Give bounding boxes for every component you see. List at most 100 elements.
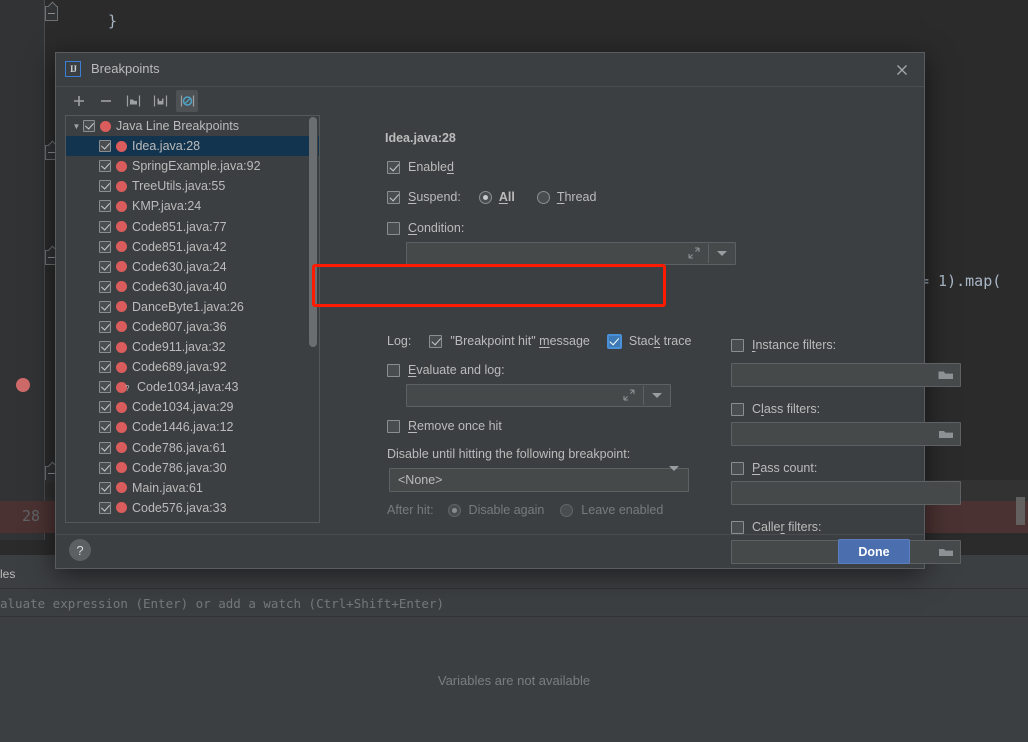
breakpoint-enabled-checkbox[interactable]: [99, 521, 111, 522]
folder-icon[interactable]: [938, 368, 954, 382]
code-closing-brace: }: [108, 12, 118, 30]
chevron-down-icon[interactable]: ▼: [70, 122, 83, 131]
breakpoint-list-item[interactable]: Code1137.java:84: [66, 518, 319, 522]
breakpoint-enabled-checkbox[interactable]: [99, 180, 111, 193]
gutter-breakpoint-icon[interactable]: [16, 378, 30, 392]
breakpoint-list-item[interactable]: Code851.java:77: [66, 216, 319, 236]
breakpoint-list-item[interactable]: Code851.java:42: [66, 237, 319, 257]
breakpoint-enabled-checkbox[interactable]: [99, 200, 111, 213]
breakpoints-group-row[interactable]: ▼ Java Line Breakpoints: [66, 116, 319, 136]
breakpoint-list-item[interactable]: DanceByte1.java:26: [66, 297, 319, 317]
dialog-titlebar: IJ Breakpoints: [56, 53, 924, 87]
group-breakpoints-button[interactable]: [122, 90, 144, 112]
breakpoint-list-item[interactable]: Idea.java:28: [66, 136, 319, 157]
pass-count-row[interactable]: Pass count:: [731, 461, 817, 475]
evaluate-and-log-row[interactable]: Evaluate and log:: [387, 363, 505, 377]
editor-gutter[interactable]: [0, 0, 45, 540]
breakpoint-list-item[interactable]: Code689.java:92: [66, 357, 319, 377]
breakpoint-enabled-checkbox[interactable]: [99, 501, 111, 514]
breakpoint-enabled-checkbox[interactable]: [99, 421, 111, 434]
save-to-group-button[interactable]: [149, 90, 171, 112]
evaluate-and-log-checkbox[interactable]: [387, 363, 400, 377]
breakpoint-enabled-checkbox[interactable]: [99, 341, 111, 354]
instance-filters-checkbox[interactable]: [731, 338, 744, 352]
breakpoint-list-item[interactable]: Code1446.java:12: [66, 417, 319, 437]
breakpoints-list-scrollbar[interactable]: [309, 117, 318, 522]
evaluate-and-log-input[interactable]: [406, 384, 671, 407]
group-checkbox[interactable]: [83, 120, 95, 133]
log-stack-trace-checkbox[interactable]: [607, 334, 621, 348]
evaluate-and-log-history-dropdown[interactable]: [644, 385, 670, 406]
breakpoint-enabled-checkbox[interactable]: [99, 160, 111, 173]
after-hit-disable-again-radio[interactable]: [447, 503, 461, 517]
done-button[interactable]: Done: [838, 539, 910, 564]
breakpoint-list-item[interactable]: Code630.java:24: [66, 257, 319, 277]
breakpoint-enabled-checkbox[interactable]: [99, 381, 111, 394]
expand-editor-icon[interactable]: [687, 246, 703, 262]
tab-variables[interactable]: les: [0, 567, 15, 581]
breakpoint-list-item[interactable]: Code786.java:61: [66, 438, 319, 458]
condition-row[interactable]: Condition:: [387, 221, 464, 235]
log-breakpoint-hit-message-checkbox[interactable]: [429, 334, 443, 348]
suspend-thread-radio[interactable]: [536, 190, 550, 204]
evaluate-expression-row[interactable]: aluate expression (Enter) or add a watch…: [0, 591, 1028, 617]
add-breakpoint-button[interactable]: [68, 90, 90, 112]
breakpoint-enabled-checkbox[interactable]: [99, 361, 111, 374]
folder-icon[interactable]: [938, 427, 954, 441]
breakpoint-list-item[interactable]: Code786.java:30: [66, 458, 319, 478]
condition-history-dropdown[interactable]: [709, 243, 735, 264]
breakpoint-enabled-checkbox[interactable]: [99, 320, 111, 333]
code-fold-marker-icon[interactable]: [45, 1, 58, 21]
close-icon[interactable]: [890, 58, 914, 82]
folder-icon[interactable]: [938, 545, 954, 559]
suspend-all-radio[interactable]: [478, 190, 492, 204]
instance-filters-input[interactable]: [731, 363, 961, 387]
breakpoint-list-item[interactable]: Code1034.java:43: [66, 377, 319, 397]
breakpoint-enabled-checkbox[interactable]: [99, 260, 111, 273]
breakpoint-enabled-checkbox[interactable]: [99, 461, 111, 474]
enabled-checkbox[interactable]: [387, 160, 400, 174]
breakpoint-enabled-checkbox[interactable]: [99, 240, 111, 253]
breakpoint-enabled-checkbox[interactable]: [99, 441, 111, 454]
remove-once-hit-checkbox[interactable]: [387, 419, 400, 433]
condition-checkbox[interactable]: [387, 221, 400, 235]
log-breakpoint-hit-message-label: "Breakpoint hit" message: [450, 334, 590, 348]
class-filters-input[interactable]: [731, 422, 961, 446]
breakpoints-list[interactable]: ▼ Java Line Breakpoints Idea.java:28 Spring…: [65, 115, 320, 523]
suspend-row[interactable]: Suspend: All Thread: [387, 190, 596, 204]
caller-filters-checkbox[interactable]: [731, 520, 744, 534]
breakpoint-list-item[interactable]: Code911.java:32: [66, 337, 319, 357]
breakpoint-enabled-checkbox[interactable]: [99, 401, 111, 414]
instance-filters-row[interactable]: Instance filters:: [731, 338, 836, 352]
enabled-row[interactable]: Enabled: [387, 160, 454, 174]
mute-breakpoints-button[interactable]: [176, 90, 198, 112]
class-filters-checkbox[interactable]: [731, 402, 744, 416]
after-hit-leave-enabled-radio[interactable]: [560, 503, 574, 517]
condition-input[interactable]: [406, 242, 736, 265]
breakpoint-enabled-checkbox[interactable]: [99, 300, 111, 313]
disable-until-breakpoint-select[interactable]: <None>: [389, 466, 689, 492]
breakpoint-enabled-checkbox[interactable]: [99, 220, 111, 233]
suspend-checkbox[interactable]: [387, 190, 400, 204]
pass-count-input[interactable]: [731, 481, 961, 505]
help-button[interactable]: ?: [69, 539, 91, 561]
breakpoint-enabled-checkbox[interactable]: [99, 481, 111, 494]
expand-editor-icon[interactable]: [622, 388, 638, 404]
breakpoint-list-item[interactable]: SpringExample.java:92: [66, 156, 319, 176]
pass-count-checkbox[interactable]: [731, 461, 744, 475]
class-filters-row[interactable]: Class filters:: [731, 402, 820, 416]
breakpoint-list-item[interactable]: KMP.java:24: [66, 196, 319, 216]
breakpoint-enabled-checkbox[interactable]: [99, 280, 111, 293]
scrollbar-thumb[interactable]: [309, 117, 317, 347]
breakpoint-enabled-checkbox[interactable]: [99, 140, 111, 153]
caller-filters-row[interactable]: Caller filters:: [731, 520, 821, 534]
remove-once-hit-row[interactable]: Remove once hit: [387, 419, 502, 433]
remove-breakpoint-button[interactable]: [95, 90, 117, 112]
editor-scrollbar-thumb[interactable]: [1016, 497, 1025, 525]
breakpoint-list-item[interactable]: Code576.java:33: [66, 498, 319, 518]
breakpoint-list-item[interactable]: Main.java:61: [66, 478, 319, 498]
breakpoint-list-item[interactable]: Code1034.java:29: [66, 397, 319, 417]
breakpoint-list-item[interactable]: TreeUtils.java:55: [66, 176, 319, 196]
breakpoint-list-item[interactable]: Code807.java:36: [66, 317, 319, 337]
breakpoint-list-item[interactable]: Code630.java:40: [66, 277, 319, 297]
